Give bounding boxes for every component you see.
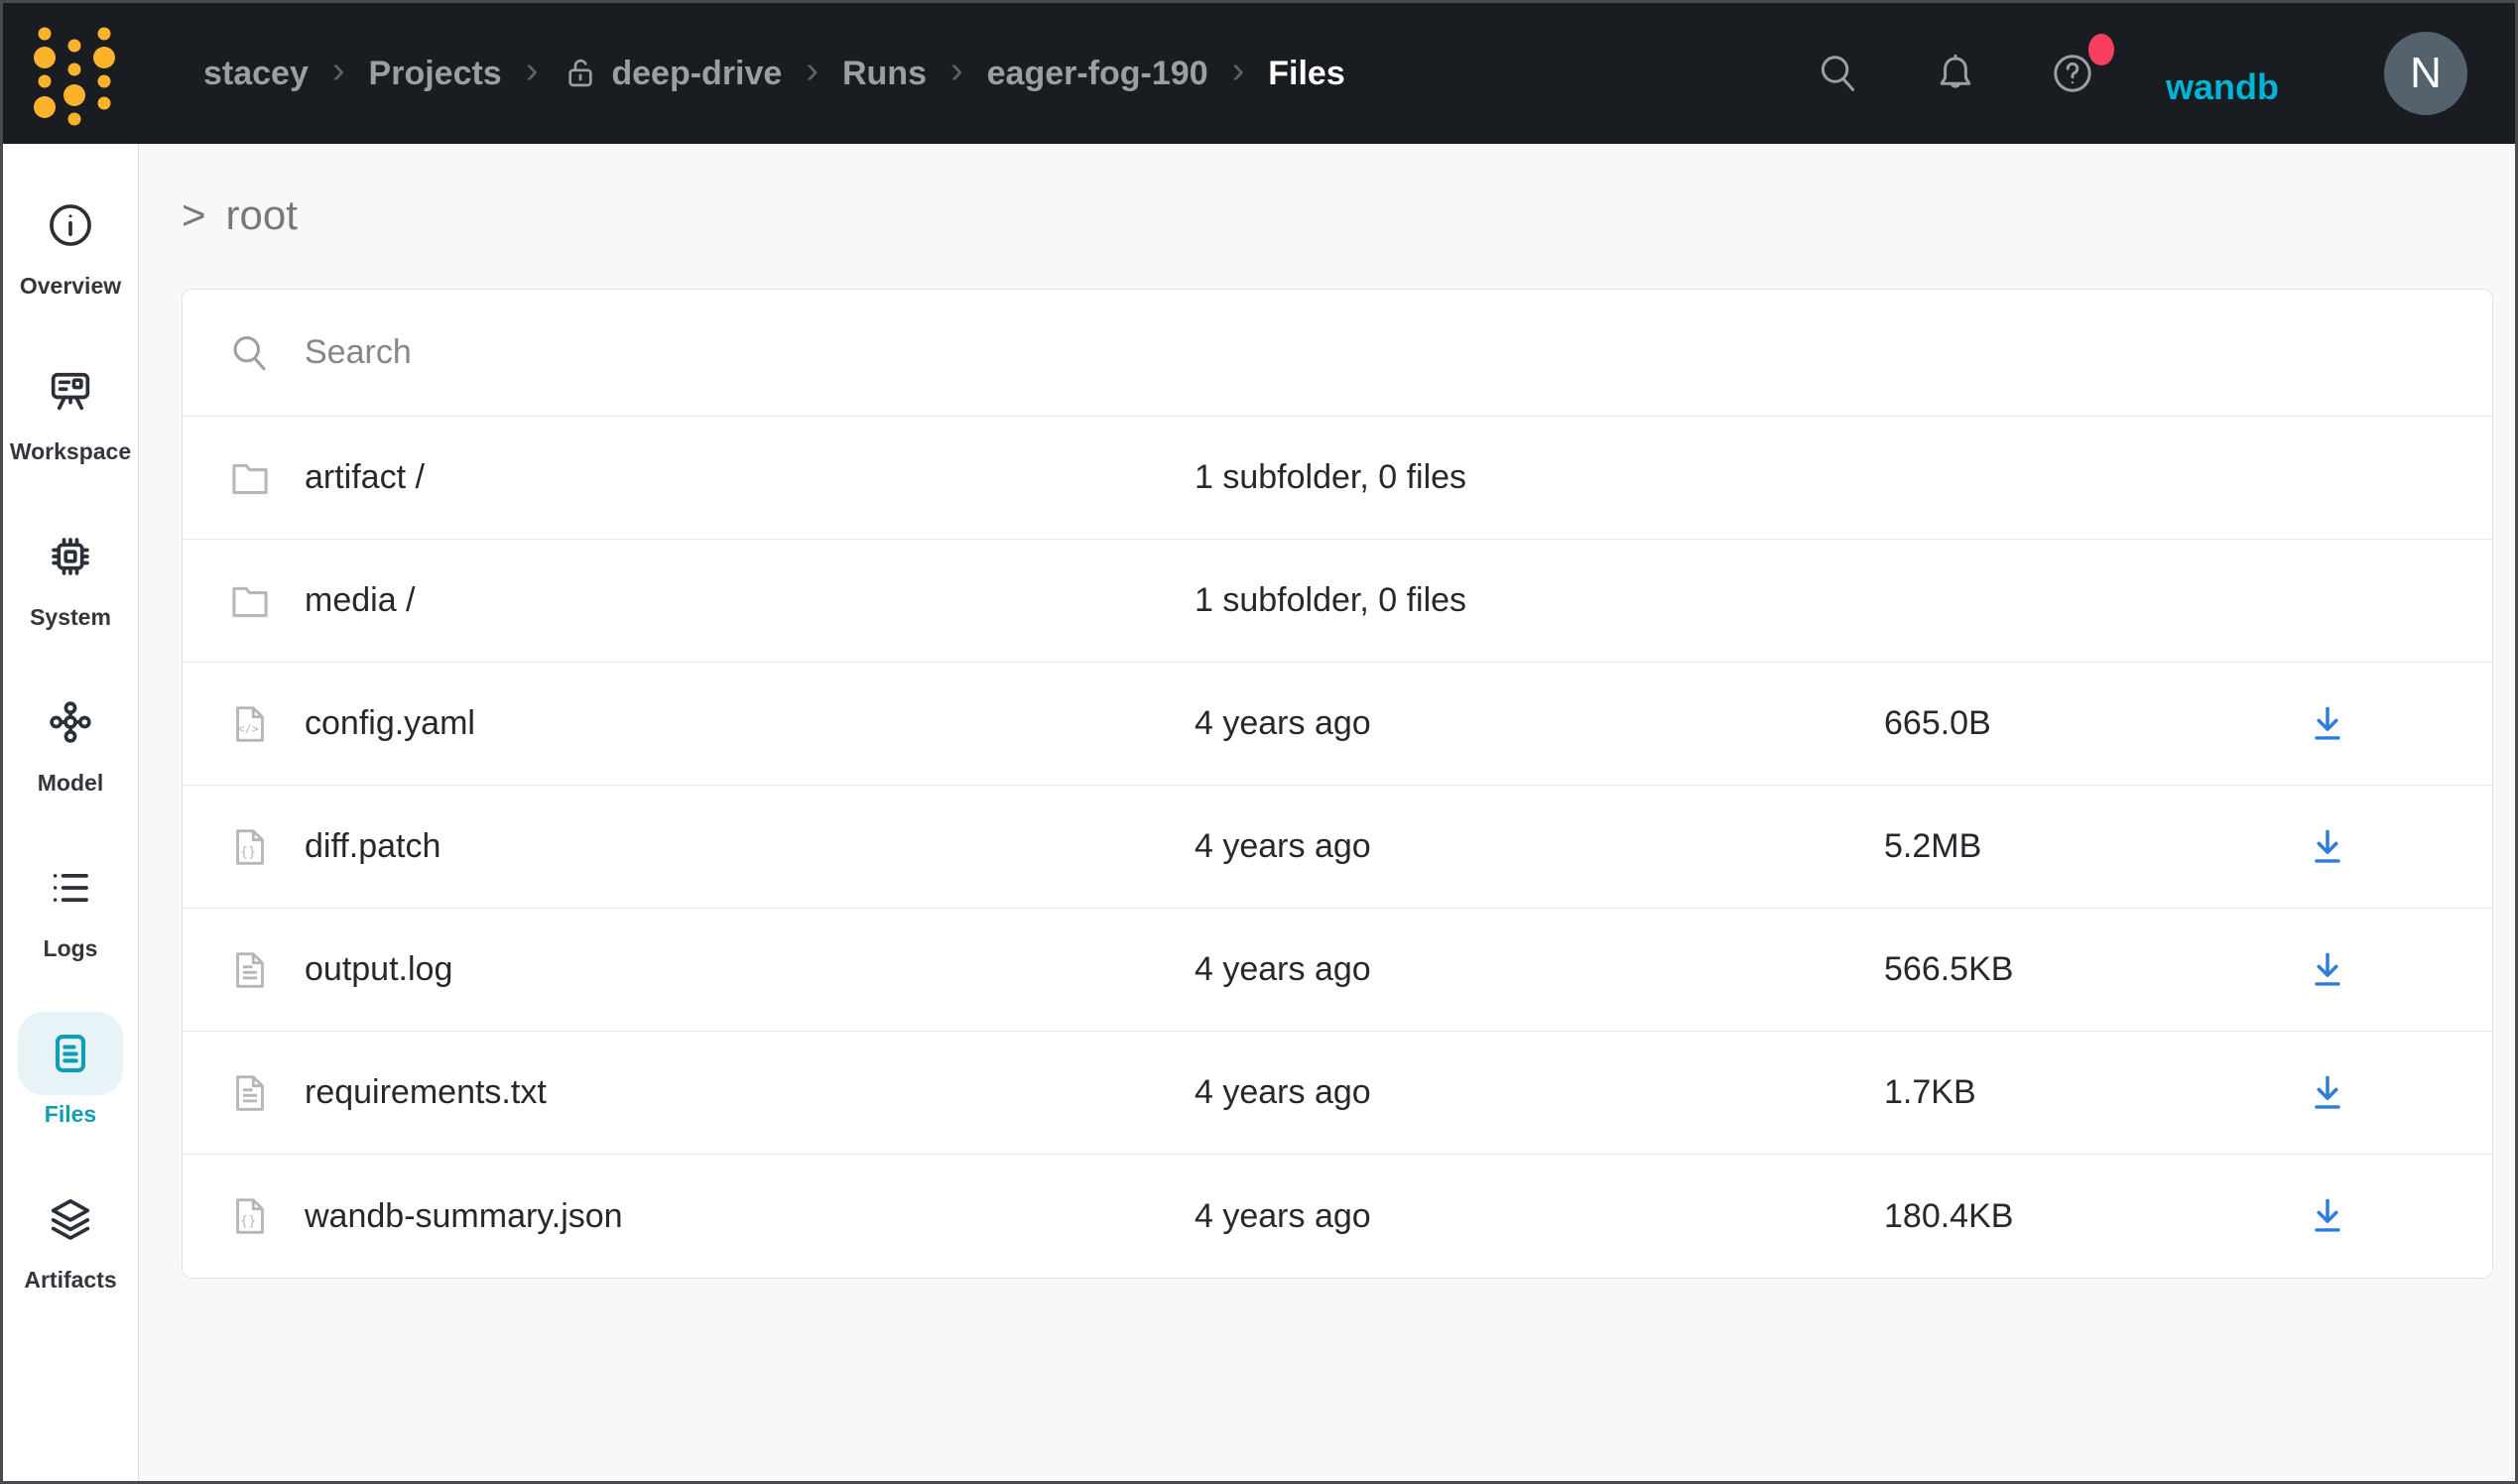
download-icon[interactable] (2306, 825, 2349, 869)
download-icon[interactable] (2306, 1071, 2349, 1115)
sidebar-item-system[interactable]: System (3, 515, 138, 680)
run-sidebar: Overview Workspace (3, 144, 139, 1481)
sidebar-item-label: Files (45, 1101, 96, 1128)
search-input[interactable] (305, 333, 2453, 372)
file-date: 4 years ago (1195, 1197, 1884, 1236)
breadcrumb-item-projects[interactable]: Projects (369, 55, 502, 93)
breadcrumb-item-runs[interactable]: Runs (842, 55, 927, 93)
app-window: stacey › Projects › deep-drive › Runs › … (0, 0, 2518, 1484)
file-date: 4 years ago (1195, 827, 1884, 866)
sidebar-item-label: Workspace (10, 438, 131, 465)
table-row[interactable]: {} diff.patch 4 years ago 5.2MB (183, 786, 2492, 909)
bell-icon[interactable] (1932, 50, 1979, 97)
file-date: 4 years ago (1195, 1073, 1884, 1112)
sidebar-item-label: Artifacts (24, 1267, 116, 1294)
download-icon[interactable] (2306, 1194, 2349, 1238)
unlock-icon (562, 55, 599, 92)
chevron-right-icon: › (332, 52, 345, 95)
sidebar-item-label: Model (38, 770, 103, 797)
download-icon[interactable] (2306, 948, 2349, 992)
notification-dot (2088, 34, 2114, 65)
table-row[interactable]: {} wandb-summary.json 4 years ago 180.4K… (183, 1155, 2492, 1278)
file-braces-icon: {} (227, 824, 273, 870)
sidebar-item-label: System (30, 604, 111, 631)
file-size: 5.2MB (1884, 827, 2162, 866)
breadcrumb-item-files[interactable]: Files (1268, 55, 1344, 93)
table-row[interactable]: </> config.yaml 4 years ago 665.0B (183, 663, 2492, 786)
folder-name[interactable]: media / (305, 581, 416, 620)
file-date: 4 years ago (1195, 950, 1884, 989)
breadcrumb-item-entity[interactable]: stacey (203, 55, 309, 93)
download-icon[interactable] (2306, 702, 2349, 746)
folder-icon (227, 578, 273, 624)
chevron-right-icon: › (950, 52, 963, 95)
easel-icon (45, 365, 96, 417)
file-name[interactable]: output.log (305, 950, 452, 989)
file-size: 665.0B (1884, 704, 2162, 743)
chevron-right-icon: › (526, 52, 539, 95)
file-path-heading: > root (182, 191, 2493, 239)
folder-meta: 1 subfolder, 0 files (1195, 458, 1884, 497)
layers-icon (45, 1193, 96, 1245)
file-code-icon: </> (227, 701, 273, 747)
folder-meta: 1 subfolder, 0 files (1195, 581, 1884, 620)
file-name[interactable]: wandb-summary.json (305, 1197, 623, 1236)
folder-name[interactable]: artifact / (305, 458, 425, 497)
file-date: 4 years ago (1195, 704, 1884, 743)
sidebar-item-model[interactable]: Model (3, 680, 138, 846)
file-size: 180.4KB (1884, 1197, 2162, 1236)
path-chevron: > (182, 191, 206, 239)
table-row[interactable]: output.log 4 years ago 566.5KB (183, 909, 2492, 1032)
info-icon (45, 199, 96, 251)
sidebar-item-label: Logs (44, 935, 98, 962)
file-search-row (183, 290, 2492, 417)
file-browser-card: artifact / 1 subfolder, 0 files media / … (182, 289, 2493, 1279)
sidebar-item-workspace[interactable]: Workspace (3, 349, 138, 515)
file-text-icon (227, 947, 273, 993)
breadcrumb: stacey › Projects › deep-drive › Runs › … (203, 52, 1345, 95)
file-name[interactable]: requirements.txt (305, 1073, 547, 1112)
table-row[interactable]: artifact / 1 subfolder, 0 files (183, 417, 2492, 540)
chevron-right-icon: › (806, 52, 818, 95)
table-row[interactable]: requirements.txt 4 years ago 1.7KB (183, 1032, 2492, 1155)
sidebar-item-files[interactable]: Files (3, 1012, 138, 1177)
sidebar-item-overview[interactable]: Overview (3, 184, 138, 349)
search-icon[interactable] (1815, 50, 1862, 97)
breadcrumb-item-project[interactable]: deep-drive (562, 55, 782, 93)
files-panel: > root artifact / (139, 144, 2518, 1481)
file-size: 566.5KB (1884, 950, 2162, 989)
file-size: 1.7KB (1884, 1073, 2162, 1112)
help-icon[interactable] (2049, 50, 2096, 97)
document-icon (45, 1028, 96, 1079)
chevron-right-icon: › (1232, 52, 1245, 95)
wandb-logo-icon[interactable] (33, 22, 116, 125)
breadcrumb-item-run[interactable]: eager-fog-190 (987, 55, 1208, 93)
sidebar-item-label: Overview (20, 273, 121, 300)
list-icon (45, 862, 96, 914)
file-braces-icon: {} (227, 1193, 273, 1239)
topbar: stacey › Projects › deep-drive › Runs › … (3, 3, 2515, 144)
path-label[interactable]: root (226, 191, 298, 239)
file-name[interactable]: config.yaml (305, 704, 475, 743)
svg-text:{}: {} (240, 1214, 256, 1229)
svg-text:</>: </> (237, 721, 258, 735)
sidebar-item-artifacts[interactable]: Artifacts (3, 1177, 138, 1343)
svg-text:{}: {} (240, 844, 256, 859)
folder-icon (227, 455, 273, 501)
chip-icon (45, 531, 96, 582)
table-row[interactable]: media / 1 subfolder, 0 files (183, 540, 2492, 663)
sidebar-item-logs[interactable]: Logs (3, 846, 138, 1012)
file-name[interactable]: diff.patch (305, 827, 441, 866)
search-icon (227, 330, 273, 376)
file-text-icon (227, 1070, 273, 1116)
topbar-actions: wandb N (1815, 32, 2467, 115)
team-menu[interactable]: wandb (2166, 66, 2279, 108)
molecule-icon (45, 696, 96, 748)
avatar[interactable]: N (2384, 32, 2467, 115)
